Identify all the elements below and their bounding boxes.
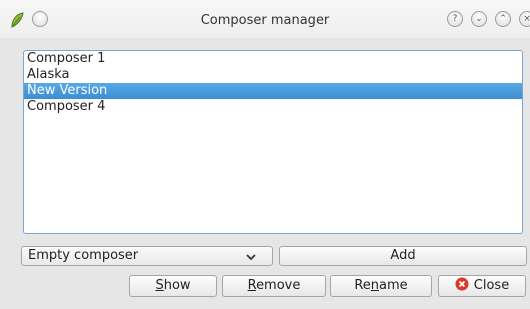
list-item[interactable]: Alaska — [24, 67, 522, 83]
template-combo-value: Empty composer — [28, 248, 139, 263]
composer-manager-dialog: Composer 1 Alaska New Version Composer 4… — [0, 38, 530, 309]
rename-label-post: ame — [379, 278, 408, 293]
minimize-button[interactable]: ⌄ — [471, 11, 487, 27]
remove-label: emove — [256, 278, 301, 293]
composer-list[interactable]: Composer 1 Alaska New Version Composer 4 — [23, 50, 523, 234]
show-label: how — [163, 278, 191, 293]
template-combo[interactable]: Empty composer — [21, 246, 273, 266]
help-button[interactable]: ? — [447, 11, 463, 27]
chevron-down-icon — [246, 254, 256, 261]
list-item[interactable]: Composer 1 — [24, 51, 522, 67]
show-button[interactable]: Show — [129, 275, 217, 297]
close-window-button[interactable]: × — [519, 11, 530, 27]
remove-mnemonic: R — [247, 278, 257, 293]
window-titlebar[interactable]: Composer manager ? ⌄ ⌃ × — [0, 0, 530, 38]
rename-button[interactable]: Rename — [330, 275, 432, 297]
close-icon — [455, 277, 469, 291]
close-button[interactable]: Close — [438, 275, 526, 297]
maximize-button[interactable]: ⌃ — [495, 11, 511, 27]
remove-button[interactable]: Remove — [222, 275, 326, 297]
rename-mnemonic: n — [370, 278, 380, 293]
rename-label-pre: Re — [354, 278, 371, 293]
add-button[interactable]: Add — [279, 246, 527, 266]
show-mnemonic: S — [155, 278, 164, 293]
list-item-selected[interactable]: New Version — [24, 83, 522, 99]
close-label: Close — [473, 278, 510, 293]
list-item[interactable]: Composer 4 — [24, 99, 522, 115]
